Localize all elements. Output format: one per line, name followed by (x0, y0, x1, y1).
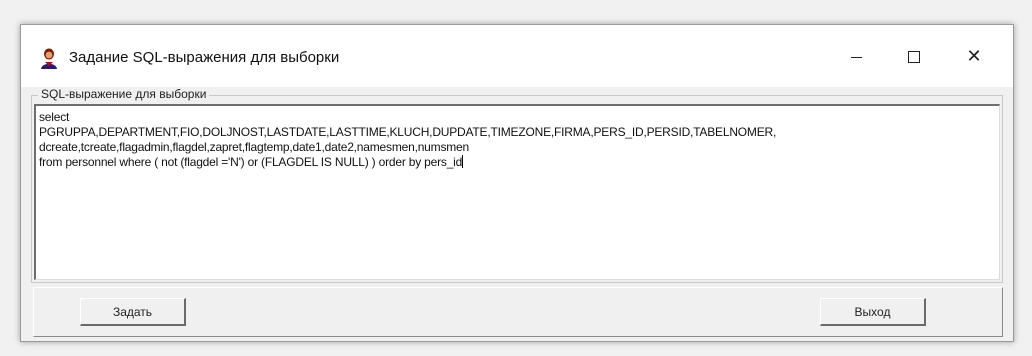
minimize-button[interactable] (833, 39, 879, 75)
text-cursor (462, 155, 464, 168)
minimize-icon (850, 56, 862, 58)
exit-button[interactable]: Выход (820, 298, 926, 326)
set-button[interactable]: Задать (80, 298, 186, 326)
close-button[interactable]: ✕ (951, 39, 997, 75)
user-avatar-icon (41, 48, 57, 69)
sql-line: dcreate,tcreate,flagadmin,flagdel,zapret… (39, 140, 469, 154)
close-icon: ✕ (966, 46, 982, 67)
sql-text-editor[interactable]: select PGRUPPA,DEPARTMENT,FIO,DOLJNOST,L… (34, 104, 1000, 280)
maximize-button[interactable] (891, 39, 937, 75)
sql-line-last: from personnel where ( not (flagdel ='N'… (39, 155, 996, 170)
sql-dialog-window: Задание SQL-выражения для выборки ✕ SQL-… (20, 24, 1014, 342)
sql-line-text: from personnel where ( not (flagdel ='N'… (39, 155, 463, 169)
sql-group-label: SQL-выражение для выборки (38, 87, 210, 101)
sql-line: select (39, 110, 70, 124)
sql-line: PGRUPPA,DEPARTMENT,FIO,DOLJNOST,LASTDATE… (39, 125, 777, 139)
sql-expression-group: SQL-выражение для выборки select PGRUPPA… (31, 87, 1003, 283)
button-panel: Задать Выход (33, 287, 1003, 337)
window-title: Задание SQL-выражения для выборки (69, 49, 340, 66)
maximize-icon (908, 51, 920, 63)
title-bar[interactable]: Задание SQL-выражения для выборки ✕ (21, 25, 1013, 87)
